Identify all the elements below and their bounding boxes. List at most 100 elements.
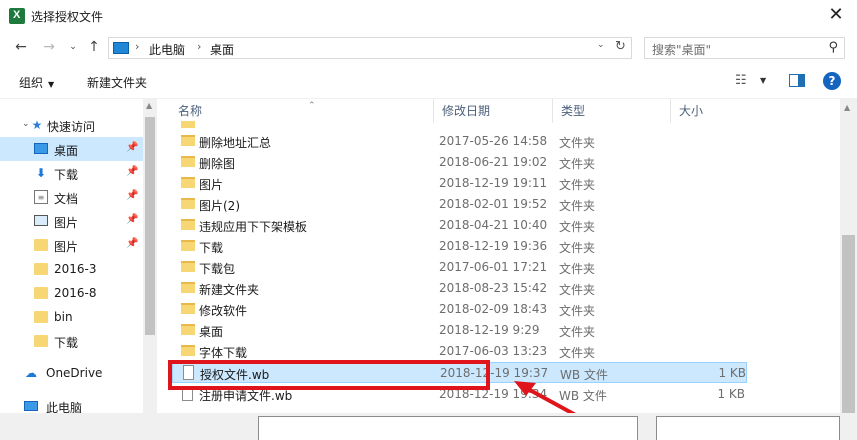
scrollbar-thumb[interactable] — [145, 117, 155, 335]
breadcrumb-separator[interactable]: › — [135, 40, 139, 53]
sidebar-label: 下载 — [54, 168, 79, 182]
file-type-filter[interactable] — [656, 416, 840, 440]
sidebar-item-documents[interactable]: ≡ 文档 📌 — [0, 185, 143, 209]
sidebar-label: 图片 — [54, 240, 79, 254]
file-row[interactable]: 桌面 2018-12-19 9:29 文件夹 — [172, 320, 747, 341]
help-icon[interactable]: ? — [823, 72, 841, 90]
file-type: 文件夹 — [559, 178, 596, 192]
sidebar-item-pictures-folder[interactable]: 图片 📌 — [0, 233, 143, 257]
file-name: 桌面 — [199, 325, 224, 339]
folder-icon — [34, 263, 48, 275]
download-icon: ⬇ — [35, 166, 47, 180]
column-header-name[interactable]: 名称 ⌃ — [170, 99, 434, 123]
folder-icon — [181, 177, 195, 188]
collapse-arrow-icon[interactable]: ⌄ — [22, 119, 30, 129]
this-pc-icon — [113, 42, 129, 54]
scroll-up-icon[interactable]: ▲ — [844, 103, 850, 112]
file-row[interactable]: 下载包 2017-06-01 17:21 文件夹 — [172, 257, 747, 278]
file-date: 2018-08-23 15:42 — [439, 281, 548, 295]
sidebar-label: 下载 — [54, 336, 79, 350]
breadcrumb-separator[interactable]: › — [197, 40, 201, 53]
organize-label: 组织 — [19, 76, 44, 90]
file-name: 违规应用下下架模板 — [199, 220, 308, 234]
file-name-input[interactable] — [258, 416, 638, 440]
file-name: 字体下载 — [199, 346, 248, 360]
sidebar-label: OneDrive — [46, 366, 103, 380]
column-label: 名称 — [178, 104, 203, 118]
dialog-footer — [0, 413, 857, 440]
folder-icon — [34, 335, 48, 347]
organize-button[interactable]: 组织 ▼ — [19, 74, 54, 91]
navigation-pane: ⌄ ★ 快速访问 桌面 📌 ⬇ 下载 📌 ≡ 文档 📌 图片 📌 图片 📌 20… — [0, 99, 157, 440]
search-icon[interactable]: ⚲ — [828, 40, 838, 55]
file-row[interactable]: 删除地址汇总 2017-05-26 14:58 文件夹 — [172, 131, 747, 152]
this-pc-icon — [24, 401, 38, 411]
column-header-type[interactable]: 类型 — [553, 99, 671, 123]
breadcrumb-this-pc[interactable]: 此电脑 — [149, 41, 185, 58]
file-name: 新建文件夹 — [199, 283, 260, 297]
pin-icon: 📌 — [126, 214, 139, 225]
search-box[interactable]: 搜索"桌面" ⚲ — [644, 37, 845, 59]
address-dropdown-icon[interactable]: ⌄ — [597, 40, 605, 50]
forward-button[interactable]: → — [40, 37, 58, 57]
window-title: 选择授权文件 — [31, 10, 104, 24]
file-row[interactable]: 字体下载 2017-06-03 13:23 文件夹 — [172, 341, 747, 362]
refresh-icon[interactable]: ↻ — [615, 39, 626, 54]
sidebar-scrollbar[interactable]: ▲ — [143, 99, 157, 440]
file-list-scrollbar[interactable]: ▲ — [840, 99, 857, 440]
column-header-date[interactable]: 修改日期 — [434, 99, 553, 123]
file-row[interactable]: 修改软件 2018-02-09 18:43 文件夹 — [172, 299, 747, 320]
title-bar: 选择授权文件 ✕ — [0, 0, 857, 31]
close-button[interactable]: ✕ — [823, 4, 849, 26]
pin-icon: 📌 — [126, 238, 139, 249]
file-row[interactable]: 图片(2) 2018-02-01 19:52 文件夹 — [172, 194, 747, 215]
preview-pane-icon[interactable] — [789, 74, 805, 87]
file-row[interactable]: 删除图 2018-06-21 19:02 文件夹 — [172, 152, 747, 173]
file-row[interactable]: 图片 2018-12-19 19:11 文件夹 — [172, 173, 747, 194]
folder-icon — [181, 156, 195, 167]
file-name: 下载 — [199, 241, 224, 255]
search-placeholder: 搜索"桌面" — [652, 43, 712, 57]
sort-ascending-icon: ⌃ — [308, 101, 316, 111]
folder-icon — [181, 303, 195, 314]
file-row-partial[interactable] — [172, 121, 747, 131]
breadcrumb-desktop[interactable]: 桌面 — [210, 41, 234, 58]
back-button[interactable]: ← — [12, 37, 30, 57]
file-row[interactable]: 违规应用下下架模板 2018-04-21 10:40 文件夹 — [172, 215, 747, 236]
annotation-highlight-box — [168, 360, 490, 390]
scrollbar-thumb[interactable] — [842, 235, 855, 415]
pin-icon: 📌 — [126, 166, 139, 177]
sidebar-item-2016-8[interactable]: 2016-8 — [0, 281, 143, 305]
file-type: 文件夹 — [559, 241, 596, 255]
file-type: WB 文件 — [560, 368, 608, 382]
up-button[interactable]: ↑ — [85, 37, 103, 57]
folder-icon — [181, 121, 195, 128]
recent-locations-button[interactable]: ⌄ — [64, 37, 82, 57]
sidebar-label: 桌面 — [54, 144, 79, 158]
sidebar-item-downloads[interactable]: ⬇ 下载 📌 — [0, 161, 143, 185]
sidebar-item-downloads-folder[interactable]: 下载 — [0, 329, 143, 353]
sidebar-item-onedrive[interactable]: ☁ OneDrive — [0, 361, 143, 385]
folder-icon — [34, 239, 48, 251]
sidebar-item-2016-3[interactable]: 2016-3 — [0, 257, 143, 281]
sidebar-item-bin[interactable]: bin — [0, 305, 143, 329]
sidebar-item-desktop[interactable]: 桌面 📌 — [0, 137, 143, 161]
new-folder-button[interactable]: 新建文件夹 — [87, 74, 147, 91]
column-header-size[interactable]: 大小 — [671, 99, 751, 123]
folder-icon — [181, 198, 195, 209]
sidebar-item-quick-access[interactable]: ⌄ ★ 快速访问 — [0, 113, 143, 137]
address-bar[interactable]: › 此电脑 › 桌面 ⌄ ↻ — [108, 37, 632, 59]
file-row[interactable]: 新建文件夹 2018-08-23 15:42 文件夹 — [172, 278, 747, 299]
scroll-up-icon[interactable]: ▲ — [146, 101, 152, 110]
file-type: 文件夹 — [559, 325, 596, 339]
file-name: 图片(2) — [199, 199, 240, 213]
sidebar-item-pictures[interactable]: 图片 📌 — [0, 209, 143, 233]
file-row[interactable]: 下载 2018-12-19 19:36 文件夹 — [172, 236, 747, 257]
view-caret-down-icon[interactable]: ▼ — [760, 76, 766, 85]
pin-icon: 📌 — [126, 190, 139, 201]
file-name: 下载包 — [199, 262, 236, 276]
navigation-bar: ← → ⌄ ↑ › 此电脑 › 桌面 ⌄ ↻ 搜索"桌面" ⚲ — [0, 31, 857, 63]
file-type: WB 文件 — [559, 389, 607, 403]
view-options-icon[interactable]: ☷ — [735, 73, 747, 88]
file-date: 2018-02-01 19:52 — [439, 197, 548, 211]
